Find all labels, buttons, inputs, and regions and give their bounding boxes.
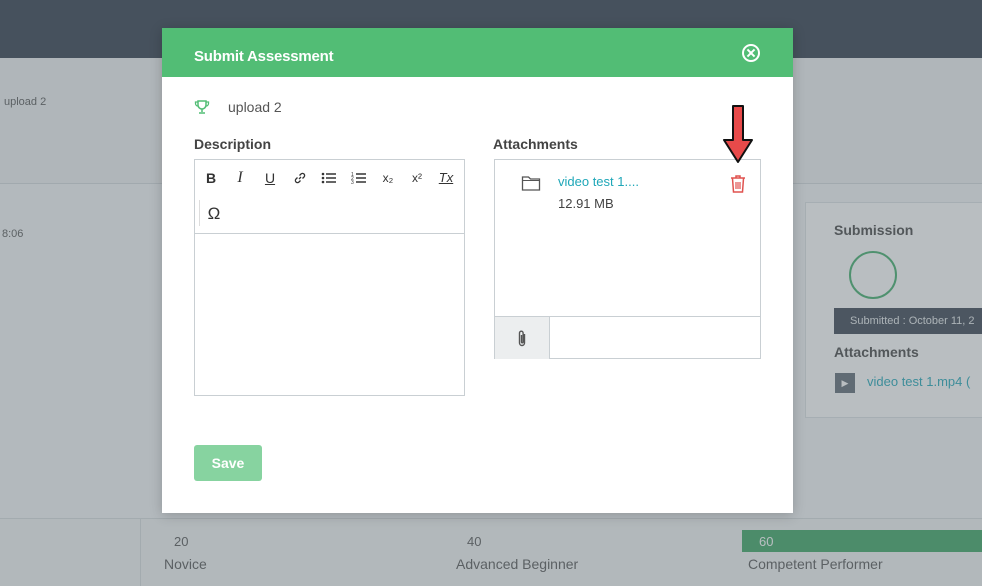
save-button[interactable]: Save	[194, 445, 262, 481]
superscript-button[interactable]: x²	[406, 167, 428, 189]
submit-assessment-modal: Submit Assessment upload 2 Description A…	[162, 28, 793, 513]
close-circle-icon[interactable]	[742, 44, 760, 62]
folder-icon	[521, 176, 541, 191]
bold-button[interactable]: B	[200, 167, 222, 189]
subscript-button[interactable]: x₂	[377, 167, 399, 189]
annotation-arrow	[723, 105, 753, 163]
editor-toolbar: B I U 123 x₂ x² Tx Ω	[195, 160, 464, 234]
numbered-list-icon[interactable]: 123	[348, 167, 370, 189]
task-row: upload 2	[194, 97, 282, 117]
attachment-file-size: 12.91 MB	[558, 196, 614, 211]
attach-file-button[interactable]	[495, 317, 550, 359]
bullet-list-icon[interactable]	[318, 167, 340, 189]
link-icon[interactable]	[289, 167, 311, 189]
paperclip-icon	[518, 330, 526, 347]
trophy-icon	[194, 100, 210, 114]
underline-button[interactable]: U	[259, 167, 281, 189]
attachments-box: video test 1.... 12.91 MB	[494, 159, 761, 359]
clear-format-button[interactable]: Tx	[435, 167, 457, 189]
italic-button[interactable]: I	[229, 167, 251, 189]
attachment-upload-bar	[495, 316, 760, 359]
description-text-area[interactable]	[195, 234, 464, 395]
special-character-button[interactable]: Ω	[203, 203, 225, 225]
description-editor: B I U 123 x₂ x² Tx Ω	[194, 159, 465, 396]
attachment-file-name[interactable]: video test 1....	[558, 174, 639, 189]
svg-text:3: 3	[351, 180, 354, 185]
trash-icon[interactable]	[729, 174, 747, 194]
modal-title: Submit Assessment	[194, 48, 334, 65]
modal-header: Submit Assessment	[162, 28, 793, 77]
attachments-label: Attachments	[493, 136, 578, 152]
toolbar-divider	[199, 200, 200, 226]
task-name: upload 2	[228, 99, 282, 115]
description-label: Description	[194, 136, 272, 152]
